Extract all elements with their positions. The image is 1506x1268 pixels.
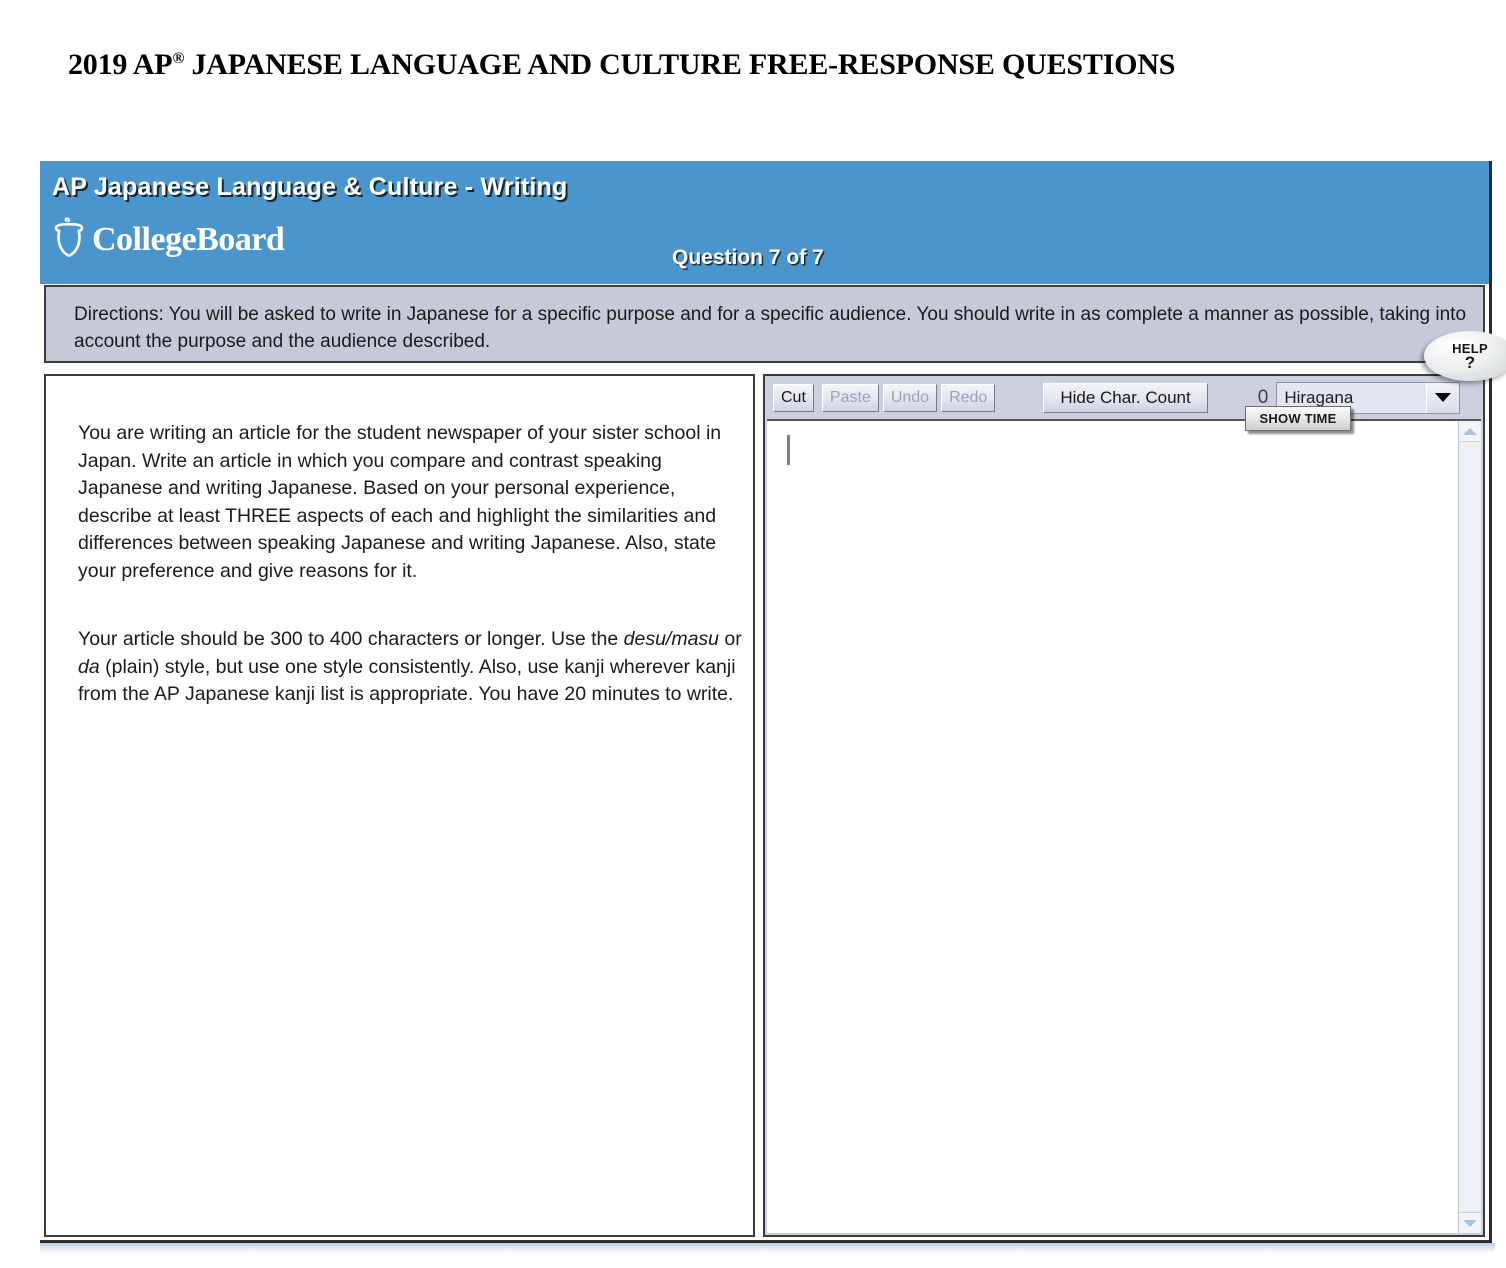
redo-button[interactable]: Redo [941, 383, 996, 412]
app-header: AP Japanese Language & Culture - Writing… [40, 161, 1489, 284]
registered-mark: ® [172, 50, 185, 67]
prompt-p2-italic-2: da [78, 655, 100, 678]
chevron-down-icon [1435, 393, 1452, 402]
directions-bar: Directions: You will be asked to write i… [44, 285, 1485, 363]
triangle-up-icon [1463, 427, 1477, 435]
help-button[interactable]: HELP ? [1424, 331, 1506, 381]
prompt-p2-text-2: or [719, 628, 742, 650]
prompt-panel: You are writing an article for the stude… [44, 374, 755, 1237]
prompt-paragraph-1: You are writing an article for the stude… [78, 422, 722, 582]
prompt-p2-text-1: Your article should be 300 to 400 charac… [78, 628, 624, 650]
paste-button[interactable]: Paste [821, 383, 879, 412]
input-mode-dropdown-button[interactable] [1426, 382, 1460, 413]
app-title: AP Japanese Language & Culture - Writing [52, 173, 568, 201]
answer-editor-area [767, 419, 1481, 1233]
undo-button[interactable]: Undo [882, 383, 938, 412]
acorn-icon [52, 217, 86, 262]
answer-input[interactable] [767, 421, 1458, 1233]
question-counter: Question 7 of 7 [672, 246, 824, 269]
text-caret [787, 435, 790, 465]
prompt-paragraph-2: Your article should be 300 to 400 charac… [78, 626, 743, 709]
hide-char-count-button[interactable]: Hide Char. Count [1043, 382, 1208, 413]
prompt-p2-text-3: (plain) style, but use one style consist… [78, 655, 736, 706]
editor-toolbar: Cut Paste Undo Redo Hide Char. Count 0 H… [765, 376, 1483, 419]
prompt-p2-italic-1: desu/masu [623, 628, 720, 650]
exam-application-window: AP Japanese Language & Culture - Writing… [40, 161, 1506, 1243]
scroll-track[interactable] [1459, 442, 1481, 1212]
collegeboard-logo: CollegeBoard [52, 217, 285, 262]
prompt-body: You are writing an article for the stude… [46, 376, 753, 709]
triangle-down-icon [1463, 1219, 1477, 1227]
page-title-main: 2019 AP [68, 48, 173, 81]
content-panels: You are writing an article for the stude… [44, 374, 1485, 1237]
answer-panel: Cut Paste Undo Redo Hide Char. Count 0 H… [763, 374, 1485, 1237]
show-time-button[interactable]: SHOW TIME [1245, 406, 1351, 431]
page-title-rest: JAPANESE LANGUAGE AND CULTURE FREE-RESPO… [184, 48, 1176, 81]
directions-text: Directions: You will be asked to write i… [74, 304, 1467, 352]
answer-scrollbar[interactable] [1458, 421, 1481, 1233]
scroll-up-button[interactable] [1459, 421, 1481, 442]
question-mark-icon: ? [1464, 352, 1476, 372]
scroll-down-button[interactable] [1459, 1212, 1481, 1233]
page-title: 2019 AP® JAPANESE LANGUAGE AND CULTURE F… [68, 48, 1175, 82]
cut-button[interactable]: Cut [773, 383, 814, 412]
window-bottom-strip [40, 1243, 1495, 1253]
collegeboard-logo-text: CollegeBoard [92, 220, 285, 258]
